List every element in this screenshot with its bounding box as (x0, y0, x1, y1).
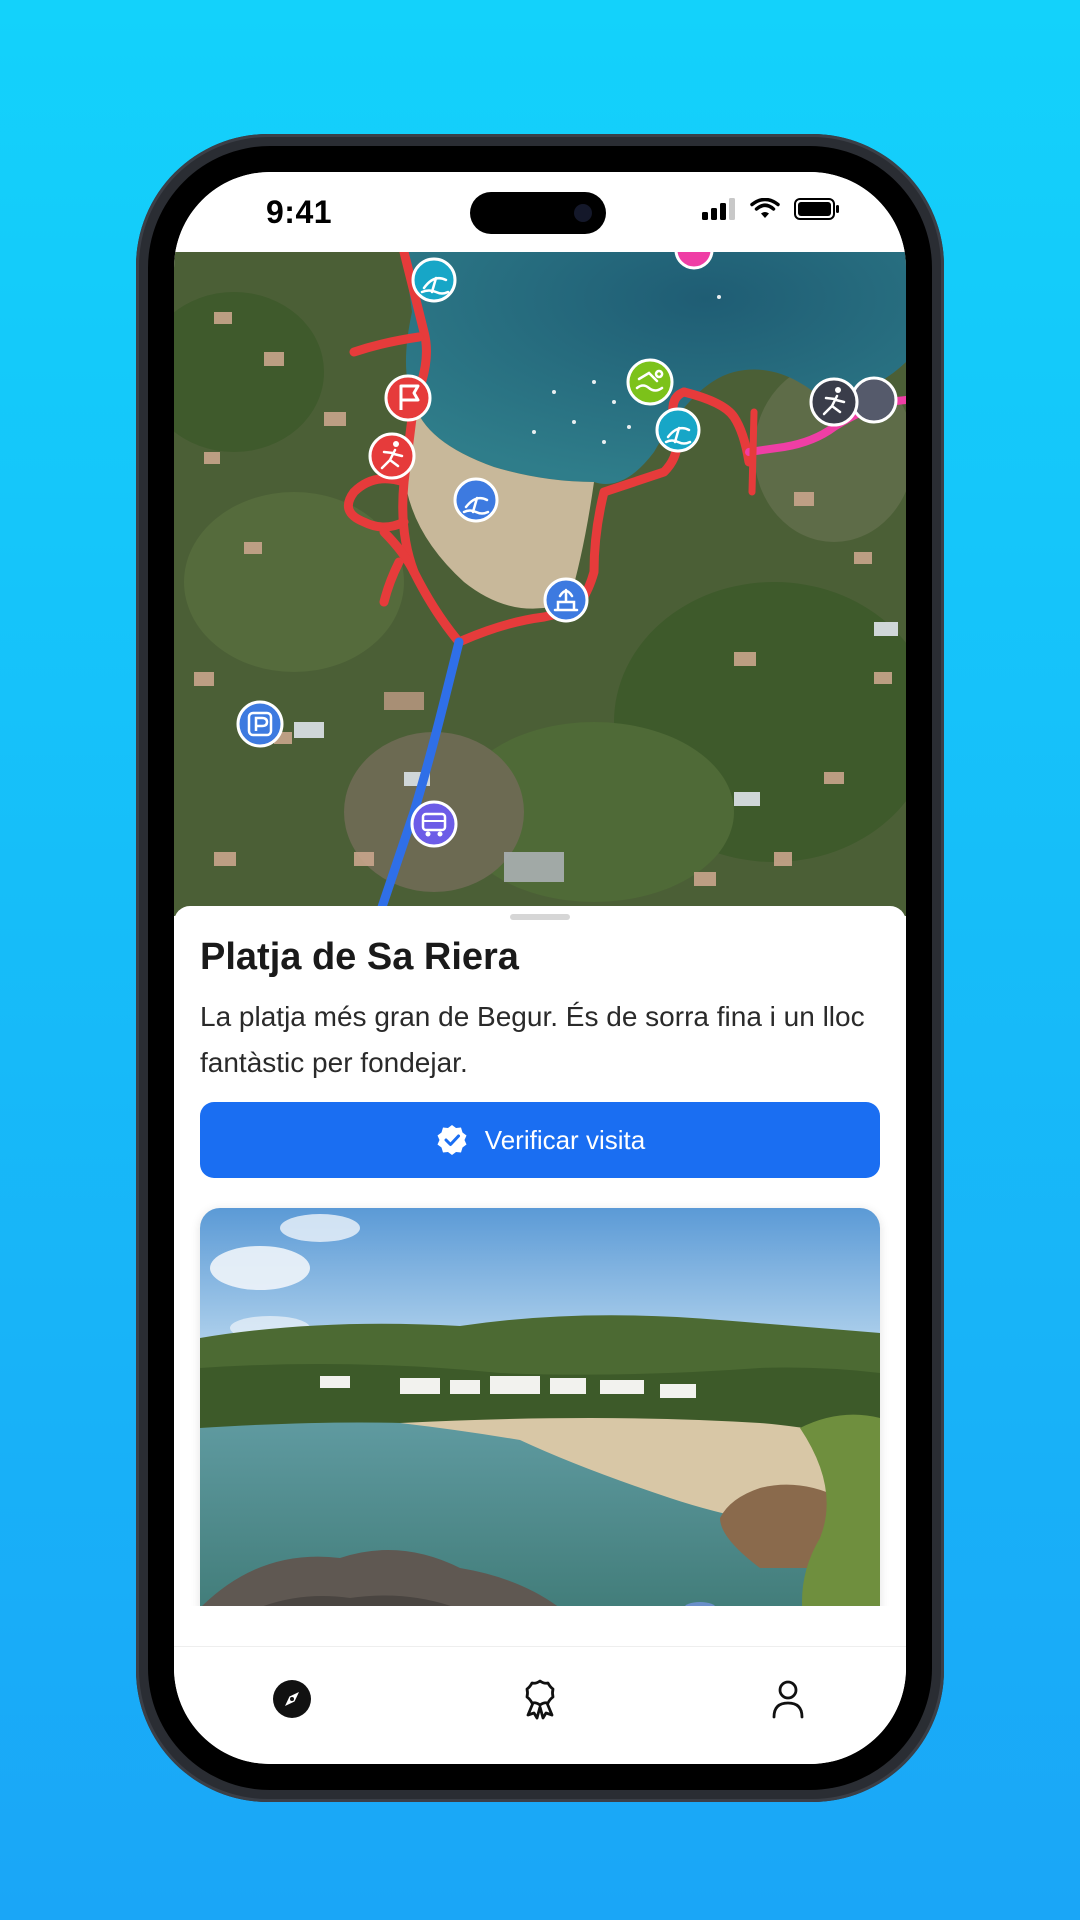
dynamic-island (470, 192, 606, 234)
beach-photo-illustration (200, 1208, 880, 1606)
status-bar: 9:41 (174, 172, 906, 252)
poi-fountain[interactable] (543, 577, 589, 623)
status-time: 9:41 (266, 194, 333, 230)
poi-hiking-west[interactable] (368, 432, 416, 480)
poi-beach-center[interactable] (453, 477, 499, 523)
tab-achievements[interactable] (510, 1669, 570, 1729)
user-icon (772, 1680, 804, 1719)
poi-beach-east[interactable] (655, 407, 701, 453)
status-icons (702, 198, 840, 220)
place-sheet: Platja de Sa Riera La platja més gran de… (174, 906, 906, 1606)
poi-bus[interactable] (410, 800, 458, 848)
wifi-icon (750, 198, 780, 218)
place-description: La platja més gran de Begur. És de sorra… (200, 1001, 865, 1078)
tab-explore[interactable] (262, 1669, 322, 1729)
compass-icon (273, 1680, 311, 1718)
bottom-tab-bar (174, 1646, 906, 1764)
satellite-map[interactable] (174, 252, 906, 916)
app-screen: 9:41 Platja de Sa Riera La platja més gr… (174, 172, 906, 1764)
place-photo[interactable] (200, 1208, 880, 1606)
poi-flag[interactable] (384, 374, 432, 422)
verified-badge-icon (437, 1125, 467, 1155)
verify-visit-label: Verificar visita (484, 1124, 646, 1155)
award-icon (525, 1679, 555, 1720)
map-view[interactable] (174, 252, 906, 916)
signal-icon (702, 198, 735, 220)
poi-swimming[interactable] (626, 358, 674, 406)
poi-parking[interactable] (236, 700, 284, 748)
tab-profile[interactable] (758, 1669, 818, 1729)
battery-icon (794, 198, 839, 220)
phone-screen-holder: 9:41 Platja de Sa Riera La platja més gr… (136, 134, 944, 1802)
poi-beach-north[interactable] (411, 257, 457, 303)
sheet-drag-handle[interactable] (510, 914, 570, 920)
place-title: Platja de Sa Riera (200, 936, 519, 978)
verify-visit-button[interactable]: Verificar visita (200, 1102, 880, 1178)
